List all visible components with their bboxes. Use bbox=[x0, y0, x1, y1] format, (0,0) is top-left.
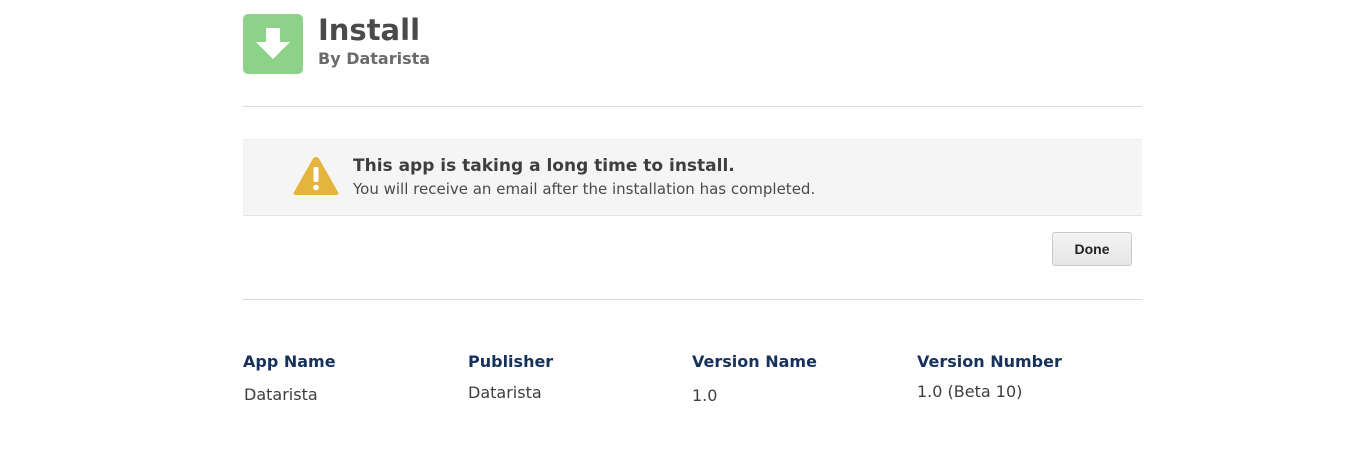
install-alert: This app is taking a long time to instal… bbox=[243, 139, 1142, 216]
warning-icon bbox=[293, 157, 339, 195]
download-arrow-icon bbox=[243, 14, 303, 74]
header-text: Install By Datarista bbox=[318, 13, 431, 69]
publisher-column: Publisher Datarista bbox=[468, 352, 553, 402]
alert-title: This app is taking a long time to instal… bbox=[353, 156, 735, 176]
version-name-value: 1.0 bbox=[692, 386, 718, 405]
alert-message: You will receive an email after the inst… bbox=[353, 180, 816, 198]
version-number-label: Version Number bbox=[917, 352, 1062, 371]
version-name-label: Version Name bbox=[692, 352, 817, 371]
publisher-value: Datarista bbox=[468, 383, 542, 402]
app-name-value: Datarista bbox=[244, 385, 318, 404]
bottom-divider bbox=[243, 299, 1142, 300]
app-name-column: App Name Datarista bbox=[243, 352, 336, 404]
publisher-subtitle: By Datarista bbox=[318, 49, 431, 68]
install-header: Install By Datarista bbox=[243, 13, 431, 74]
done-button[interactable]: Done bbox=[1052, 232, 1132, 266]
version-number-value: 1.0 (Beta 10) bbox=[917, 382, 1023, 401]
publisher-label: Publisher bbox=[468, 352, 554, 371]
version-name-column: Version Name 1.0 bbox=[692, 352, 817, 405]
version-number-column: Version Number 1.0 (Beta 10) bbox=[917, 352, 1062, 401]
top-divider bbox=[243, 106, 1142, 107]
app-name-label: App Name bbox=[243, 352, 336, 371]
page-title: Install bbox=[318, 13, 421, 47]
